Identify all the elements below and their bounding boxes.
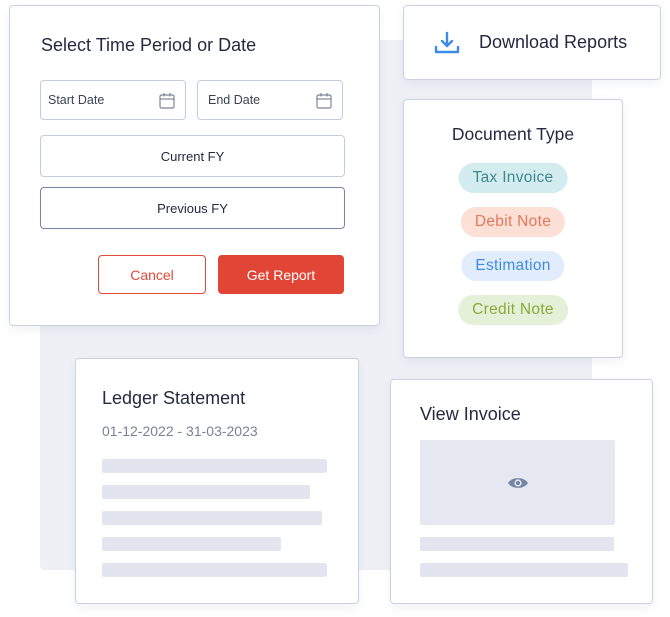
start-date-placeholder: Start Date: [48, 93, 105, 107]
eye-icon[interactable]: [507, 476, 529, 490]
end-date-placeholder: End Date: [208, 93, 261, 107]
calendar-icon[interactable]: [316, 92, 332, 109]
time-period-title: Select Time Period or Date: [41, 35, 257, 55]
download-reports-label: Download Reports: [479, 32, 628, 52]
calendar-icon[interactable]: [159, 92, 175, 109]
chip-tax-invoice[interactable]: Tax Invoice: [458, 163, 568, 193]
chip-credit-note[interactable]: Credit Note: [458, 295, 568, 325]
ledger-date-range: 01-12-2022 - 31-03-2023: [102, 423, 258, 439]
get-report-button[interactable]: Get Report: [218, 255, 344, 294]
previous-fy-button[interactable]: Previous FY: [40, 187, 345, 229]
skeleton-line: [420, 563, 628, 577]
skeleton-line: [420, 537, 614, 551]
current-fy-button[interactable]: Current FY: [40, 135, 345, 177]
skeleton-line: [102, 511, 322, 525]
start-date-input[interactable]: Start Date: [40, 80, 186, 120]
view-invoice-card: View Invoice: [390, 379, 653, 604]
document-type-card: Document Type Tax Invoice Debit Note Est…: [403, 99, 623, 358]
time-period-card: Select Time Period or Date Start Date En…: [9, 5, 380, 326]
end-date-input[interactable]: End Date: [197, 80, 343, 120]
ledger-statement-card: Ledger Statement 01-12-2022 - 31-03-2023: [75, 358, 359, 604]
download-reports-button[interactable]: Download Reports: [403, 5, 661, 80]
view-invoice-title: View Invoice: [420, 404, 521, 424]
skeleton-line: [102, 537, 281, 551]
ledger-title: Ledger Statement: [102, 388, 246, 408]
document-type-title: Document Type: [451, 124, 575, 144]
download-icon: [434, 31, 460, 53]
skeleton-line: [102, 459, 327, 473]
skeleton-line: [102, 563, 327, 577]
cancel-button[interactable]: Cancel: [98, 255, 206, 294]
skeleton-line: [102, 485, 310, 499]
chip-debit-note[interactable]: Debit Note: [460, 207, 566, 237]
chip-estimation[interactable]: Estimation: [461, 251, 565, 281]
invoice-preview[interactable]: [420, 440, 615, 525]
